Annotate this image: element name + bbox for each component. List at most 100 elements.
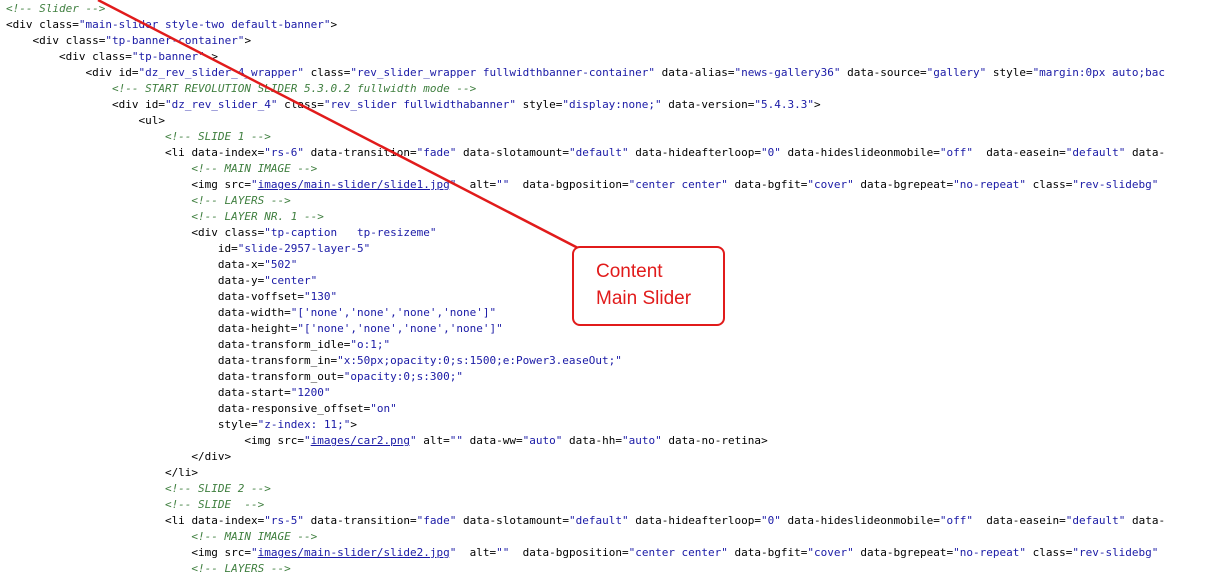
code-attribute: class=	[65, 34, 106, 47]
code-value: "news-gallery36"	[734, 66, 841, 79]
code-value: "rev_slider fullwidthabanner"	[323, 98, 516, 111]
code-value: "no-repeat"	[953, 546, 1026, 559]
code-value: "0"	[761, 514, 781, 527]
code-attribute: style=	[515, 98, 563, 111]
code-tag: </li>	[6, 466, 199, 479]
code-line: style="z-index: 11;">	[6, 417, 1165, 433]
code-attribute: class=	[92, 50, 132, 63]
code-value: "130"	[304, 290, 338, 303]
code-line: </div>	[6, 449, 1165, 465]
code-attribute: data-alias=	[655, 66, 735, 79]
code-attribute: data-version=	[661, 98, 755, 111]
code-comment: <!-- LAYER NR. 1 -->	[6, 210, 324, 223]
code-attribute: data-height=	[6, 322, 298, 335]
code-value: "center"	[264, 274, 318, 287]
code-attribute: id=	[6, 242, 238, 255]
code-attribute: class=	[39, 18, 79, 31]
code-value: "auto"	[522, 434, 563, 447]
code-tag: </div>	[6, 450, 232, 463]
callout-line-2: Main Slider	[596, 288, 692, 309]
code-value: "rs-5"	[264, 514, 305, 527]
code-attribute: data-transform_in=	[6, 354, 338, 367]
code-comment: <!-- SLIDE -->	[6, 498, 265, 511]
code-tag: <div	[6, 50, 93, 63]
code-tag: >	[244, 34, 252, 47]
code-value: "rev-slidebg"	[1072, 546, 1159, 559]
code-value: "cover"	[807, 178, 854, 191]
code-attribute: data-hh=	[562, 434, 622, 447]
code-attribute: data-transition=	[304, 514, 417, 527]
code-attribute: data-bgfit=	[727, 178, 808, 191]
code-link[interactable]: images/main-slider/slide1.jpg	[258, 178, 450, 191]
code-attribute: class=	[1025, 546, 1073, 559]
code-attribute: data-hideafterloop=	[628, 514, 762, 527]
code-value: "	[251, 178, 258, 191]
code-attribute: data-index=	[191, 514, 265, 527]
code-value: "z-index: 11;"	[257, 418, 351, 431]
code-attribute: src=	[224, 178, 252, 191]
code-line: <!-- START REVOLUTION SLIDER 5.3.0.2 ful…	[6, 81, 1165, 97]
code-tag: <li	[6, 146, 192, 159]
code-attribute: data-easein=	[973, 146, 1066, 159]
code-value: "o:1;"	[350, 338, 391, 351]
code-value: "default"	[1065, 514, 1126, 527]
callout-line-1: Content	[596, 261, 663, 282]
code-tag: <ul>	[6, 114, 165, 127]
code-tag: >	[350, 418, 358, 431]
code-attribute: data-source=	[840, 66, 927, 79]
code-attribute: src=	[277, 434, 305, 447]
code-attribute: data-y=	[6, 274, 265, 287]
code-value: "502"	[264, 258, 298, 271]
code-line: <div class="tp-banner-container">	[6, 33, 1165, 49]
code-attribute: data-hideslideonmobile=	[780, 146, 940, 159]
code-line: <img src="images/car2.png" alt="" data-w…	[6, 433, 1165, 449]
code-value: ""	[496, 178, 510, 191]
code-value: "gallery"	[926, 66, 987, 79]
code-attribute: data-transition=	[304, 146, 417, 159]
code-line: <!-- SLIDE 1 -->	[6, 129, 1165, 145]
code-link[interactable]: images/car2.png	[311, 434, 410, 447]
code-value: "default"	[1065, 146, 1126, 159]
code-link[interactable]: images/main-slider/slide2.jpg	[258, 546, 450, 559]
code-value: "dz_rev_slider_4"	[164, 98, 278, 111]
code-value: "center center"	[628, 178, 728, 191]
code-attribute: style=	[6, 418, 258, 431]
code-tag: <div	[6, 226, 225, 239]
code-attribute: data-width=	[6, 306, 291, 319]
code-line: <!-- MAIN IMAGE -->	[6, 529, 1165, 545]
code-tag: >	[761, 434, 768, 447]
code-attribute: data-bgposition=	[509, 178, 629, 191]
code-value: "default"	[568, 514, 629, 527]
code-value: "5.4.3.3"	[754, 98, 814, 111]
code-comment: <!-- MAIN IMAGE -->	[6, 162, 318, 175]
code-attribute: data-bgfit=	[727, 546, 808, 559]
code-attribute: data-ww=	[463, 434, 523, 447]
code-attribute: data-no-retina	[661, 434, 762, 447]
code-tag: <img	[6, 546, 225, 559]
code-attribute: src=	[224, 546, 252, 559]
code-value: "['none','none','none','none']"	[297, 322, 503, 335]
code-attribute: data-bgrepeat=	[853, 178, 954, 191]
code-value: "	[251, 546, 258, 559]
code-tag: <div	[6, 98, 146, 111]
code-value: "1200"	[290, 386, 331, 399]
code-value: "x:50px;opacity:0;s:1500;e:Power3.easeOu…	[337, 354, 622, 367]
code-line: data-transform_out="opacity:0;s:300;"	[6, 369, 1165, 385]
code-line: data-transform_in="x:50px;opacity:0;s:15…	[6, 353, 1165, 369]
code-tag: <div	[6, 66, 119, 79]
code-line: data-start="1200"	[6, 385, 1165, 401]
code-line: <!-- LAYERS -->	[6, 193, 1165, 209]
code-line: <!-- LAYER NR. 1 -->	[6, 209, 1165, 225]
code-value: "off"	[939, 514, 973, 527]
code-line: <img src="images/main-slider/slide2.jpg "…	[6, 545, 1165, 561]
code-comment: <!-- LAYERS -->	[6, 194, 291, 207]
code-value: "main-slider style-two default-banner"	[78, 18, 331, 31]
code-value: "no-repeat"	[953, 178, 1026, 191]
code-value: "0"	[761, 146, 781, 159]
code-line: <li data-index="rs-5" data-transition="f…	[6, 513, 1165, 529]
code-line: <div class="main-slider style-two defaul…	[6, 17, 1165, 33]
code-line: <!-- Slider -->	[6, 1, 1165, 17]
code-attribute: data-hideafterloop=	[628, 146, 762, 159]
code-value: "default"	[568, 146, 629, 159]
code-value: "fade"	[416, 146, 457, 159]
